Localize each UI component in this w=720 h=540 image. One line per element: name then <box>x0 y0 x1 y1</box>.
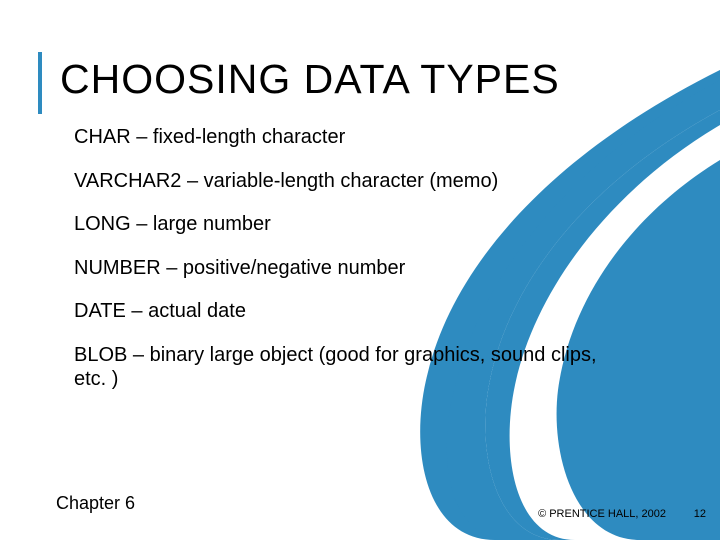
body-list: CHAR – fixed-length character VARCHAR2 –… <box>74 126 634 411</box>
list-item: BLOB – binary large object (good for gra… <box>74 344 634 391</box>
slide-title: CHOOSING DATA TYPES <box>60 56 560 103</box>
list-item: CHAR – fixed-length character <box>74 126 634 150</box>
chapter-label: Chapter 6 <box>56 493 135 514</box>
slide: CHOOSING DATA TYPES CHAR – fixed-length … <box>0 0 720 540</box>
list-item: NUMBER – positive/negative number <box>74 257 634 281</box>
copyright-label: © PRENTICE HALL, 2002 <box>538 508 666 520</box>
list-item: DATE – actual date <box>74 300 634 324</box>
page-number: 12 <box>694 508 706 520</box>
title-accent-bar <box>38 52 42 114</box>
list-item: LONG – large number <box>74 213 634 237</box>
list-item: VARCHAR2 – variable-length character (me… <box>74 170 634 194</box>
